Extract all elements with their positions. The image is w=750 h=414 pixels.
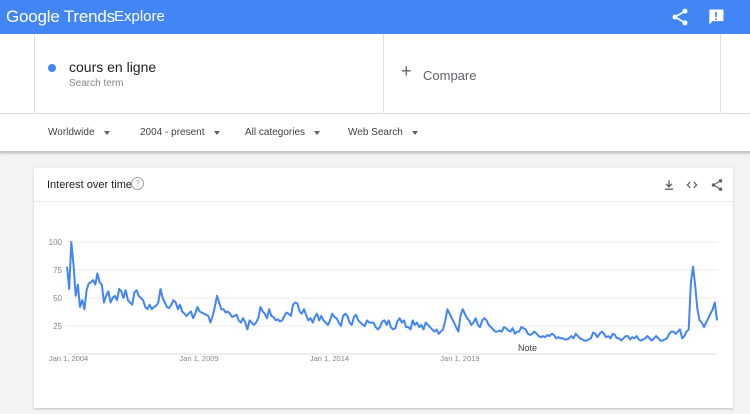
compare-card[interactable]: + Compare (384, 34, 721, 114)
note-annotation[interactable]: Note (518, 343, 537, 353)
plus-icon: + (401, 61, 412, 81)
feedback-icon[interactable] (706, 7, 726, 27)
page-title: Explore (114, 8, 165, 25)
y-tick-label: 50 (53, 294, 62, 303)
x-tick-label: Jan 1, 2019 (440, 354, 479, 363)
chevron-down-icon (411, 130, 418, 135)
time-range-filter-label: 2004 - present (140, 127, 205, 138)
chart-grid (67, 241, 717, 355)
time-range-filter[interactable]: 2004 - present (140, 127, 220, 138)
y-tick-label: 100 (49, 238, 63, 247)
x-axis-ticks: Jan 1, 2004 Jan 1, 2009 Jan 1, 2014 Jan 1, … (49, 354, 480, 363)
search-terms-row: cours en ligne Search term + Compare (0, 34, 750, 114)
top-app-bar: Google Trends Explore (0, 0, 750, 34)
interest-line-chart: 255075100 Jan 1, 2004 Jan 1, 2009 Jan 1, 2… (49, 238, 718, 363)
filter-bar: Worldwide 2004 - present All categories … (0, 114, 750, 153)
x-tick-label: Jan 1, 2014 (310, 354, 349, 363)
google-trends-logo[interactable]: Google Trends (6, 7, 115, 27)
y-tick-label: 75 (53, 266, 62, 275)
y-tick-label: 25 (53, 322, 62, 331)
chevron-down-icon (314, 130, 321, 135)
search-term-text[interactable]: cours en ligne (69, 59, 156, 75)
x-tick-label: Jan 1, 2009 (179, 354, 218, 363)
interest-over-time-card: Interest over time ? 25 50 75 100 Jan 1, 20… (34, 168, 733, 408)
y-axis-ticks: 25 50 75 100 (49, 238, 63, 331)
search-type-filter-label: Web Search (348, 127, 403, 138)
chevron-down-icon (213, 130, 220, 135)
chevron-down-icon (103, 130, 110, 135)
category-filter-label: All categories (245, 127, 306, 138)
search-term-subtitle: Search term (69, 78, 124, 89)
share-icon[interactable] (670, 7, 690, 27)
compare-button[interactable]: Compare (423, 68, 476, 83)
search-term-card[interactable]: cours en ligne Search term (34, 34, 384, 114)
category-filter[interactable]: All categories (245, 127, 321, 138)
region-filter-label: Worldwide (48, 127, 95, 138)
series-color-dot (48, 64, 56, 72)
x-tick-label: Jan 1, 2004 (49, 354, 88, 363)
region-filter[interactable]: Worldwide (48, 127, 110, 138)
search-type-filter[interactable]: Web Search (348, 127, 418, 138)
